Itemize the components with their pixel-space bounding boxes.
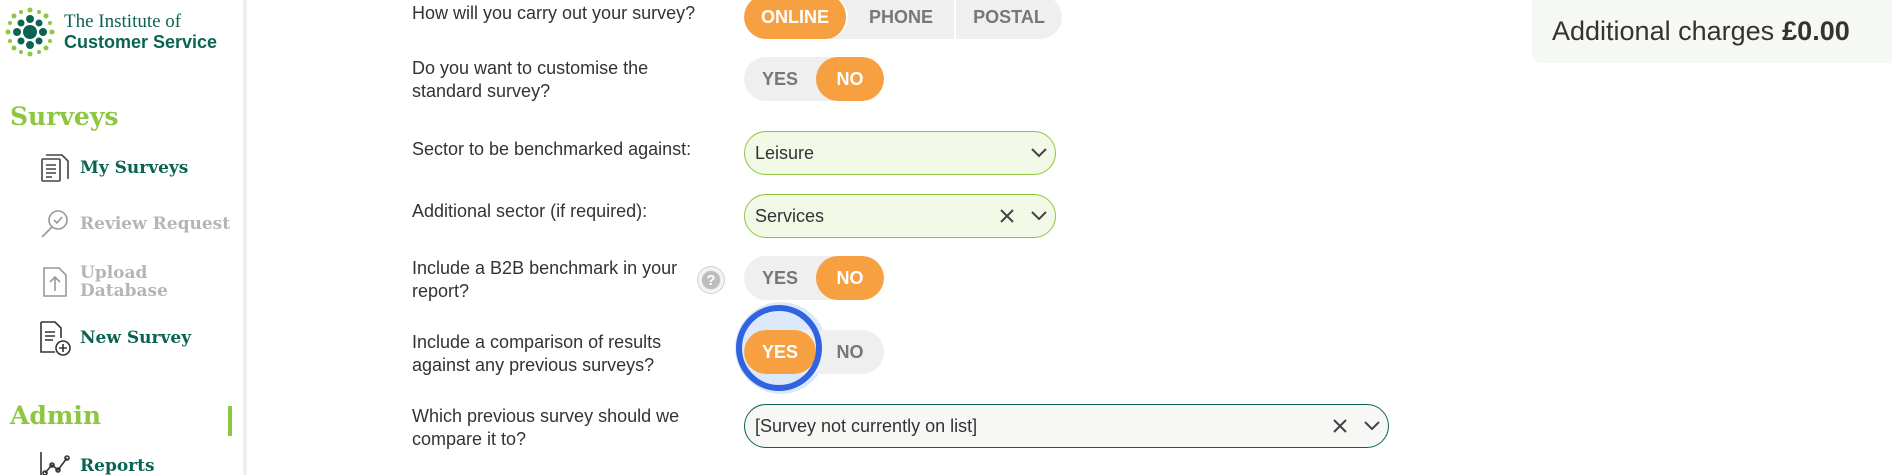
previous-survey-value: [Survey not currently on list] [755,415,978,436]
sidebar-item-label: Reports [80,456,155,475]
charges-amount: £0.00 [1782,16,1850,46]
method-phone-option[interactable]: PHONE [848,0,956,39]
sidebar-item-label: New Survey [80,328,192,348]
chevron-down-icon[interactable] [1356,404,1388,448]
help-glyph: ? [702,271,720,289]
question-customise: Do you want to customise the standard su… [412,58,649,101]
click-highlight-ring [736,305,822,391]
question-which-survey: Which previous survey should we compare … [412,406,680,449]
sidebar-item-label: My Surveys [80,158,189,178]
customise-no-option[interactable]: NO [816,57,884,101]
logo-dots-icon [5,7,55,57]
customise-yes-option[interactable]: YES [744,57,816,101]
upload-file-icon [36,262,74,302]
question-sector: Sector to be benchmarked against: [412,139,692,159]
logo-line2: Customer Service [64,32,218,52]
sidebar: The Institute of Customer Service Survey… [0,0,247,475]
clear-icon[interactable] [1324,404,1356,448]
chevron-down-icon[interactable] [1023,194,1055,238]
compare-no-option[interactable]: NO [816,330,884,374]
sidebar-item-label: Review Request [80,214,231,234]
magnifier-check-icon [36,204,74,244]
b2b-toggle: YES NO [744,256,884,300]
sidebar-item-my-surveys[interactable]: My Surveys [36,148,188,188]
sector-select[interactable]: Leisure [744,131,1056,175]
admin-heading: Admin [10,401,102,430]
customise-toggle: YES NO [744,57,884,101]
sidebar-item-label: Upload Database [80,264,168,300]
additional-sector-value: Services [755,205,825,226]
logo-text: The Institute of Customer Service [64,11,218,53]
b2b-yes-option[interactable]: YES [744,256,816,300]
sidebar-item-new-survey[interactable]: New Survey [36,318,191,358]
previous-survey-select[interactable]: [Survey not currently on list] [744,404,1389,448]
additional-sector-select[interactable]: Services [744,194,1056,238]
method-postal-option[interactable]: POSTAL [956,0,1062,39]
sidebar-item-review-request[interactable]: Review Request [36,204,230,244]
question-additional-sector: Additional sector (if required): [412,201,648,221]
question-compare: Include a comparison of results against … [412,332,662,375]
upload-label-line1: Upload [80,263,148,283]
line-chart-icon [36,446,74,475]
question-b2b: Include a B2B benchmark in your report? [412,258,678,301]
charges-label: Additional charges [1552,16,1775,46]
surveys-heading: Surveys [10,102,119,131]
b2b-no-option[interactable]: NO [816,256,884,300]
sidebar-item-upload-database[interactable]: Upload Database [36,262,168,302]
documents-icon [36,148,74,188]
clear-icon[interactable] [991,194,1023,238]
logo-line1: The Institute of [64,11,182,32]
help-icon[interactable]: ? [698,267,724,293]
chevron-down-icon[interactable] [1023,131,1055,175]
method-toggle: ONLINE PHONE POSTAL [744,0,1062,39]
logo[interactable]: The Institute of Customer Service [4,6,217,58]
sector-value: Leisure [755,142,815,163]
question-method: How will you carry out your survey? [412,3,696,23]
admin-active-indicator [228,406,232,436]
upload-label-line2: Database [80,281,168,301]
sidebar-item-reports[interactable]: Reports [36,446,155,475]
method-online-option[interactable]: ONLINE [744,0,848,39]
additional-charges: Additional charges £0.00 [1532,0,1892,63]
new-document-plus-icon [36,318,74,358]
